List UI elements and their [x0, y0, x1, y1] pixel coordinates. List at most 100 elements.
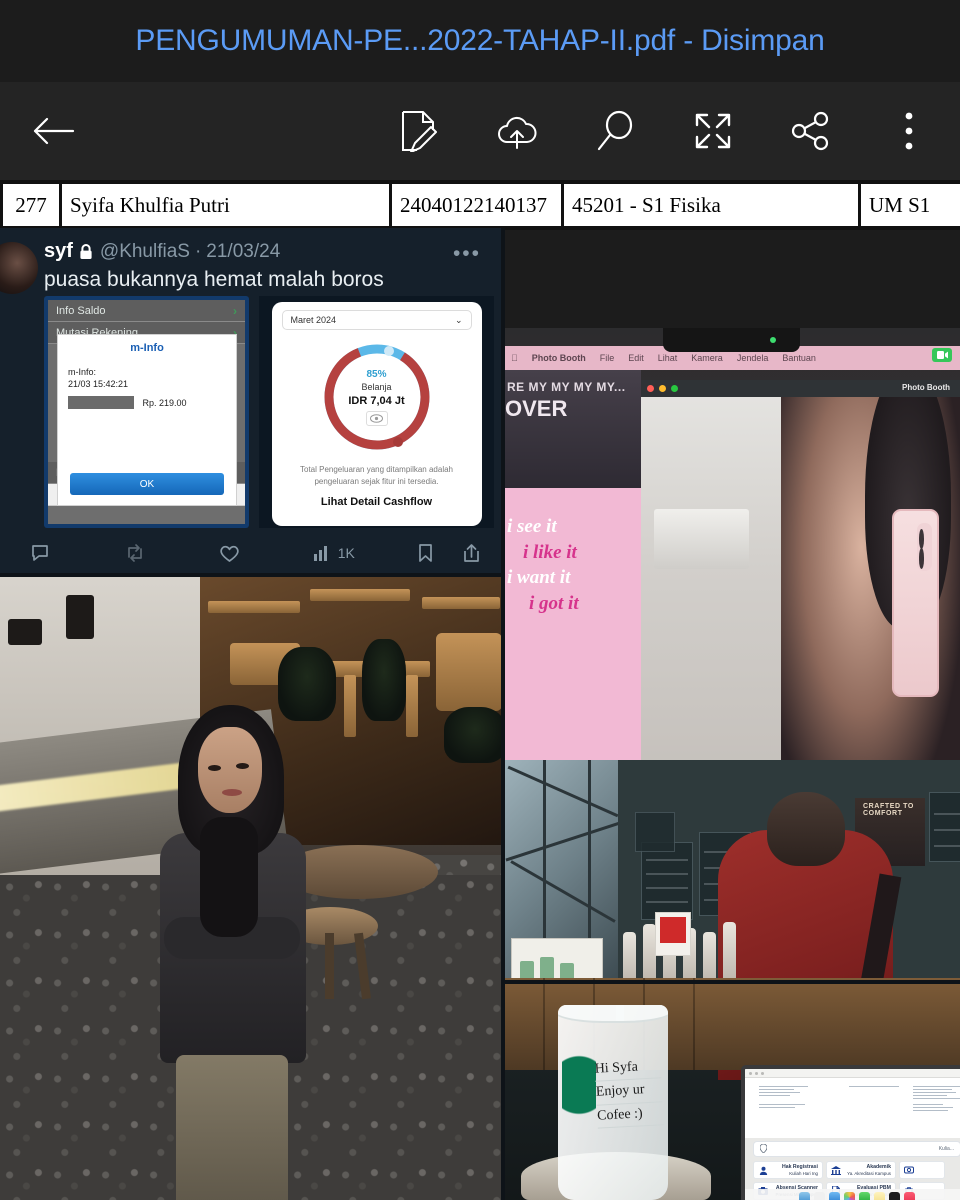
cell-program: 45201 - S1 Fisika [564, 184, 861, 226]
tile-text: Akademik Ya. Akreditasi Kampus [844, 1164, 891, 1176]
menu-bantuan[interactable]: Bantuan [782, 353, 816, 363]
cell-nim: 24040122140137 [392, 184, 564, 226]
user-icon [758, 1165, 768, 1175]
cashflow-card: Maret 2024 ⌄ 85% Belanja IDR 7,04 Jt Tot… [271, 302, 482, 526]
dock-music-icon[interactable] [904, 1191, 915, 1200]
donut-label: Belanja [361, 381, 392, 392]
chevron-down-icon: ⌄ [454, 314, 463, 325]
maximize-icon[interactable] [671, 385, 678, 392]
views-count: 1K [337, 545, 355, 561]
window-title: Photo Booth [902, 383, 950, 392]
tile-keuangan[interactable] [899, 1161, 945, 1179]
dock-photos-icon[interactable] [844, 1191, 855, 1200]
dock-finder-icon[interactable] [799, 1191, 810, 1200]
menu-item-info-saldo[interactable]: Info Saldo › [48, 300, 245, 322]
tweet-date[interactable]: 21/03/24 [206, 241, 280, 263]
retweet-button[interactable] [124, 543, 218, 563]
close-icon[interactable] [647, 385, 654, 392]
menu-headline: CRAFTED TO COMFORT [863, 803, 914, 817]
menu-board [641, 842, 693, 920]
screenshot-root: PENGUMUMAN-PE...2022-TAHAP-II.pdf - Disi… [0, 0, 960, 1200]
donut-amount: IDR 7,04 Jt [348, 394, 405, 407]
avatar[interactable] [0, 242, 38, 294]
banking-app-screenshot: Info Saldo › Mutasi Rekening › Mutasi Re… [44, 296, 249, 528]
ok-button[interactable]: OK [70, 473, 224, 495]
tweet-separator: · [194, 240, 202, 262]
bank-icon [831, 1165, 841, 1175]
dock-appletv-icon[interactable] [889, 1191, 900, 1200]
cashflow-detail-link[interactable]: Lihat Detail Cashflow [282, 496, 472, 508]
plant-pot [8, 619, 42, 645]
month-select-value: Maret 2024 [290, 315, 337, 325]
views-counter[interactable]: 1K [313, 544, 407, 562]
dock-notes-icon[interactable] [874, 1191, 885, 1200]
scarf [200, 817, 258, 937]
tile-sub: Kuliah Hari Ing [789, 1170, 818, 1176]
dock-facetime-icon[interactable] [859, 1191, 870, 1200]
like-button[interactable] [219, 544, 313, 563]
tweet-handle[interactable]: @KhulfiaS [100, 241, 190, 263]
collage-seam-vertical [501, 228, 505, 1200]
eye-icon[interactable] [365, 410, 388, 426]
collage-seam-right [505, 980, 960, 984]
minimize-icon[interactable] [659, 385, 666, 392]
camera-active-icon [770, 337, 776, 343]
menu-photo-booth[interactable]: Photo Booth [532, 353, 586, 363]
menu-board [635, 812, 675, 852]
head [767, 792, 845, 866]
tile-hak-registrasi[interactable]: Hak Registrasi Kuliah Hari Ing [753, 1161, 823, 1179]
cashflow-donut-chart: 85% Belanja IDR 7,04 Jt [318, 338, 436, 456]
tweet-text: puasa bukannya hemat malah boros [44, 268, 384, 291]
share-icon[interactable] [788, 108, 834, 154]
tile-akademik[interactable]: Akademik Ya. Akreditasi Kampus [826, 1161, 896, 1179]
fullscreen-icon[interactable] [690, 108, 736, 154]
tweet-media: Info Saldo › Mutasi Rekening › Mutasi Re… [44, 296, 494, 528]
window-title-bar-mac: Photo Booth [641, 380, 960, 397]
bookmark-button[interactable] [417, 543, 434, 563]
month-select[interactable]: Maret 2024 ⌄ [281, 310, 472, 330]
phone-in-hand [892, 508, 939, 698]
dock-safari-icon[interactable] [829, 1191, 840, 1200]
poster-line-1: i see it [507, 516, 557, 537]
chevron-right-icon: › [233, 303, 237, 318]
menu-label: Info Saldo [56, 304, 106, 317]
cargo-pants [176, 1055, 288, 1200]
page-title: PENGUMUMAN-PE...2022-TAHAP-II.pdf - Disi… [135, 24, 825, 57]
tweet-action-bar: 1K [30, 536, 481, 570]
pdf-toolbar [0, 82, 960, 180]
mac-dock [745, 1189, 960, 1200]
collage-seam-left [0, 573, 503, 577]
search-icon[interactable] [592, 108, 638, 154]
window-title-bar: PENGUMUMAN-PE...2022-TAHAP-II.pdf - Disi… [0, 0, 960, 82]
money-icon [904, 1165, 914, 1175]
apple-logo-icon[interactable]:  [511, 353, 518, 363]
cafe-portrait-photo [0, 575, 503, 1200]
reply-button[interactable] [30, 543, 124, 563]
menu-edit[interactable]: Edit [628, 353, 644, 363]
camera-status-badge [932, 348, 952, 362]
menu-file[interactable]: File [600, 353, 615, 363]
cloud-upload-icon[interactable] [494, 108, 540, 154]
poster-top: RE MY MY MY MY... OVER [503, 370, 641, 488]
tweet-display-name[interactable]: syf [44, 240, 73, 263]
edit-document-icon[interactable] [396, 108, 442, 154]
menu-board [929, 792, 960, 862]
share-button[interactable] [462, 543, 481, 563]
donut-center-labels: 85% Belanja IDR 7,04 Jt [318, 338, 436, 456]
dialog-amount: Rp. 219.00 [142, 397, 187, 408]
person-portrait [152, 705, 312, 1200]
m-info-dialog: m-Info m-Info: 21/03 15:42:21 Rp. 219.00… [57, 334, 237, 506]
tile-sub: Ya. Akreditasi Kampus [847, 1170, 891, 1176]
redacted-account [68, 396, 134, 410]
menu-lihat[interactable]: Lihat [658, 353, 678, 363]
menu-jendela[interactable]: Jendela [737, 353, 769, 363]
back-arrow-icon[interactable] [30, 108, 76, 154]
dock-launchpad-icon[interactable] [814, 1191, 825, 1200]
search-input[interactable]: Kulia... [753, 1141, 960, 1157]
starbucks-logo [562, 1053, 596, 1133]
more-options-icon[interactable] [886, 108, 932, 154]
tweet-more-icon[interactable]: ••• [453, 242, 481, 266]
menu-kamera[interactable]: Kamera [691, 353, 723, 363]
poster-line-4: i got it [529, 592, 579, 614]
tweet-card: syf @KhulfiaS · 21/03/24 ••• puasa bukan… [0, 228, 503, 575]
